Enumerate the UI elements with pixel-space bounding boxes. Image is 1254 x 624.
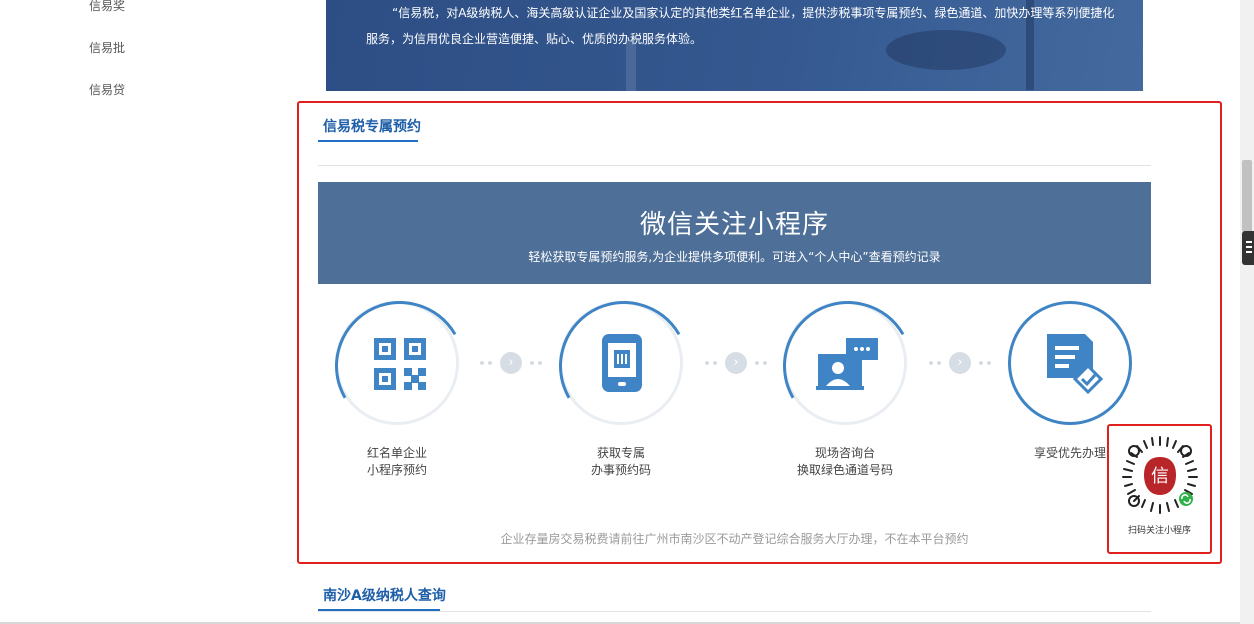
- step-1-circle: [320, 286, 480, 446]
- arrow-right-icon: ›: [500, 352, 522, 374]
- qr-popup-highlight: [1107, 424, 1212, 554]
- step-3-label: 现场咨询台 换取绿色通道号码: [783, 445, 907, 479]
- step-3-line2: 换取绿色通道号码: [796, 463, 893, 477]
- document-check-icon: [1047, 334, 1104, 395]
- mobile-phone-icon: [602, 334, 642, 392]
- step-1-label: 红名单企业 小程序预约: [335, 445, 459, 479]
- arrow-right-icon: ›: [725, 352, 747, 374]
- intro-banner: “信易税，对A级纳税人、海关高级认证企业及国家认定的其他类红名单企业，提供涉税事…: [326, 0, 1143, 91]
- step-1-line2: 小程序预约: [366, 463, 427, 477]
- wechat-miniprogram-panel: 微信关注小程序 轻松获取专属预约服务,为企业提供多项便利。可进入“个人中心”查看…: [318, 182, 1151, 284]
- step-1-line1: 红名单企业: [366, 446, 427, 460]
- booking-note: 企业存量房交易税费请前往广州市南沙区不动产登记综合服务大厅办理，不在本平台预约: [500, 532, 969, 546]
- step-2-line2: 办事预约码: [590, 463, 651, 477]
- qr-code-icon: [374, 338, 426, 390]
- next-section-title: 南沙A级纳税人查询: [323, 588, 446, 604]
- page-scrollbar-thumb[interactable]: [1242, 160, 1252, 232]
- section-divider: [318, 611, 1151, 612]
- section-title-underline: [318, 140, 418, 142]
- step-3-circle: [768, 286, 928, 446]
- step-2-circle: [544, 286, 704, 446]
- step-connector: ›: [703, 352, 769, 374]
- page-scrollbar-track[interactable]: [1240, 0, 1254, 624]
- step-2-line1: 获取专属: [596, 446, 645, 460]
- booking-section-title: 信易税专属预约: [323, 119, 421, 135]
- step-2-label: 获取专属 办事预约码: [559, 445, 683, 479]
- floating-toolbar-toggle[interactable]: [1242, 231, 1254, 265]
- step-4-circle: [1008, 301, 1132, 425]
- step-connector: ›: [478, 352, 544, 374]
- panel-subheading: 轻松获取专属预约服务,为企业提供多项便利。可进入“个人中心”查看预约记录: [528, 250, 941, 264]
- step-3-line1: 现场咨询台: [814, 446, 875, 460]
- sidebar-item-xinyijiang[interactable]: 信易奖: [89, 0, 125, 14]
- section-divider: [318, 165, 1151, 166]
- sidebar-item-xinyidai[interactable]: 信易贷: [89, 81, 125, 98]
- banner-text: “信易税，对A级纳税人、海关高级认证企业及国家认定的其他类红名单企业，提供涉税事…: [366, 6, 1115, 46]
- arrow-right-icon: ›: [949, 352, 971, 374]
- panel-heading: 微信关注小程序: [639, 210, 829, 240]
- sidebar-item-xinyipi[interactable]: 信易批: [89, 39, 125, 56]
- consultation-chat-icon: [816, 338, 878, 390]
- step-connector: ›: [927, 352, 993, 374]
